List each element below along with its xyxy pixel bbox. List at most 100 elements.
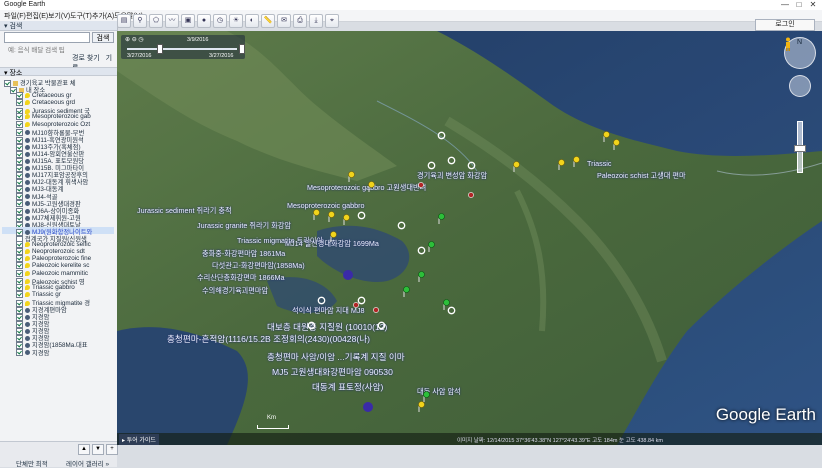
search-hint[interactable]: 예: 음식 배달 검색 팁 bbox=[8, 44, 65, 54]
menu-add[interactable]: 추가(A) bbox=[92, 11, 114, 21]
street-view-pegman-icon[interactable] bbox=[784, 37, 792, 51]
time-slider-track[interactable] bbox=[127, 48, 237, 50]
print-icon[interactable]: ⎙ bbox=[293, 14, 307, 28]
earth-view[interactable]: ⊕ ⊖ ◷ 3/9/2016 3/27/2016 3/27/2016 Mesop… bbox=[117, 31, 822, 445]
save-image-icon[interactable]: ⤓ bbox=[309, 14, 323, 28]
checkbox[interactable] bbox=[16, 262, 23, 270]
places-item[interactable]: MJ9(원화함정나이트와 bbox=[2, 226, 114, 236]
menu-edit[interactable]: 편집(E) bbox=[26, 11, 48, 21]
places-item[interactable]: Triassic gabbro bbox=[2, 283, 114, 291]
menu-tools[interactable]: 도구(T) bbox=[70, 11, 92, 21]
map-label[interactable]: Paleozoic schist 고생대 편마 bbox=[597, 171, 686, 181]
checkbox[interactable] bbox=[16, 283, 23, 291]
map-label[interactable]: Triassic bbox=[587, 159, 612, 168]
places-item[interactable]: MJ2-대동계 휘색사암 bbox=[2, 177, 114, 186]
move-joystick[interactable] bbox=[789, 75, 811, 97]
historical-imagery-icon[interactable]: ◷ bbox=[213, 14, 227, 28]
login-button[interactable]: 로그인 bbox=[755, 19, 815, 31]
map-label[interactable]: 수의해경기육괴편마암 bbox=[202, 286, 268, 296]
map-label[interactable]: 다섯관고-화강편마암(1858Ma) bbox=[212, 261, 305, 271]
checkbox[interactable] bbox=[16, 113, 23, 121]
map-label[interactable]: Mesoproterozoic gabbro bbox=[287, 201, 365, 210]
map-label[interactable]: 수리산단층화강편마 1866Ma bbox=[197, 273, 284, 283]
map-label[interactable]: Jurassic sediment 쥐라기 충적 bbox=[137, 206, 232, 216]
search-panel-header[interactable]: ▾ 검색 bbox=[0, 21, 117, 31]
email-icon[interactable]: ✉ bbox=[277, 14, 291, 28]
places-item[interactable]: MJ3-대동계 bbox=[2, 184, 114, 193]
places-item[interactable]: Neoproterozoic sdt bbox=[2, 248, 114, 255]
sidebar-toggle-icon[interactable]: ▤ bbox=[117, 14, 131, 28]
places-item[interactable]: MJ6A-상이미종화 bbox=[2, 206, 114, 215]
menu-view[interactable]: 보기(V) bbox=[48, 11, 70, 21]
places-item[interactable]: Paleozoic mammitic bbox=[2, 269, 114, 277]
close-button[interactable]: ✕ bbox=[806, 0, 820, 10]
places-item[interactable]: 지경암 bbox=[2, 326, 114, 335]
database-label[interactable]: 단체만 최적 bbox=[16, 458, 48, 468]
places-item[interactable]: 지경암 bbox=[2, 312, 114, 321]
places-item[interactable]: 내 장소 bbox=[2, 85, 114, 94]
checkbox[interactable] bbox=[16, 349, 23, 357]
map-label[interactable]: 충청편마 사암/이암 ...기록계 지질 이마 bbox=[267, 351, 405, 363]
search-input[interactable] bbox=[4, 32, 90, 43]
checkbox[interactable] bbox=[16, 92, 23, 100]
places-item[interactable]: 지경암 bbox=[2, 333, 114, 342]
add-placemark-icon[interactable]: ⚲ bbox=[133, 14, 147, 28]
places-item[interactable]: Cretaceous gr bbox=[2, 92, 114, 99]
time-slider-end-handle[interactable] bbox=[239, 44, 245, 54]
places-item[interactable]: 지경계편마암 bbox=[2, 305, 114, 314]
map-label[interactable]: 충청편마-흔적암(1116/15.2B 조정회의(2430)(00428(나) bbox=[167, 333, 370, 345]
checkbox[interactable] bbox=[16, 255, 23, 263]
places-item[interactable]: 지경암 bbox=[2, 319, 114, 328]
places-item[interactable]: Paleozoic schist 영 bbox=[2, 277, 114, 286]
checkbox[interactable] bbox=[16, 120, 23, 128]
image-overlay-icon[interactable]: ▣ bbox=[181, 14, 195, 28]
places-item[interactable]: MJ11-흑연광미원석 bbox=[2, 135, 114, 144]
time-slider[interactable]: ⊕ ⊖ ◷ 3/9/2016 3/27/2016 3/27/2016 bbox=[121, 35, 245, 59]
places-item[interactable]: Paleozoic kerelite sc bbox=[2, 262, 114, 270]
places-item[interactable]: MJ10향하룡물-무번 bbox=[2, 128, 114, 137]
down-arrow-icon[interactable]: ▼ bbox=[92, 444, 104, 455]
zoom-slider-handle[interactable] bbox=[794, 145, 806, 152]
add-polygon-icon[interactable]: ⬠ bbox=[149, 14, 163, 28]
places-item[interactable]: MJ4-석골 bbox=[2, 192, 114, 201]
places-item[interactable]: Cretaceous grd bbox=[2, 99, 114, 106]
map-label[interactable]: 대동계 표토정(사암) bbox=[312, 381, 383, 393]
minimize-button[interactable]: — bbox=[778, 0, 792, 10]
places-item[interactable]: MJ8-신원생대토날 bbox=[2, 220, 114, 229]
time-controls-icon[interactable]: ⊕ ⊖ ◷ bbox=[125, 36, 144, 43]
places-item[interactable]: MJ15A. 표토모원당 bbox=[2, 156, 114, 165]
places-item[interactable]: MJ15B. 미그마타이 bbox=[2, 163, 114, 172]
checkbox[interactable] bbox=[16, 290, 23, 298]
checkbox[interactable] bbox=[16, 241, 23, 249]
ruler-icon[interactable]: 📏 bbox=[261, 14, 275, 28]
places-item[interactable]: MJ13주가(혹체점) bbox=[2, 142, 114, 151]
places-item[interactable]: 지경암 bbox=[2, 348, 114, 357]
places-item[interactable]: MJ14-암회연울산판 bbox=[2, 149, 114, 158]
map-label[interactable]: Jurassic granite 쥐라기 화강암 bbox=[197, 221, 291, 231]
add-icon[interactable]: + bbox=[106, 444, 118, 455]
places-item[interactable]: Triassic gr bbox=[2, 290, 114, 298]
time-slider-start-handle[interactable] bbox=[157, 44, 163, 54]
places-panel-header[interactable]: ▾ 장소 bbox=[0, 67, 117, 77]
places-item[interactable]: Triassic migmatite 경 bbox=[2, 298, 114, 307]
maximize-button[interactable]: □ bbox=[792, 0, 806, 10]
search-button[interactable]: 검색 bbox=[92, 32, 114, 43]
record-tour-icon[interactable]: ● bbox=[197, 14, 211, 28]
map-label[interactable]: 대보층 대원층 지질원 (10010(12) bbox=[267, 321, 387, 333]
sunlight-icon[interactable]: ☀ bbox=[229, 14, 243, 28]
up-arrow-icon[interactable]: ▲ bbox=[78, 444, 90, 455]
view-in-maps-icon[interactable]: ⌖ bbox=[325, 14, 339, 28]
places-item[interactable]: Neoproterozoic selfic bbox=[2, 241, 114, 248]
directions-link[interactable]: 경로 찾기 bbox=[72, 55, 100, 62]
layer-gallery-button[interactable]: 레이어 갤러리 » bbox=[66, 458, 109, 468]
places-item[interactable]: MJ17지표암공장후의 bbox=[2, 170, 114, 179]
map-label[interactable]: MJ5 고원생대화강편마암 090530 bbox=[272, 366, 393, 378]
checkbox[interactable] bbox=[16, 269, 23, 277]
map-label[interactable]: 충화중-화강편마암 1861Ma bbox=[202, 249, 285, 259]
places-item[interactable]: 접계국가 지질원(신원생 bbox=[2, 234, 114, 243]
places-item[interactable]: Mesoproterozoic gab bbox=[2, 113, 114, 121]
places-item[interactable]: Mesoproterozoic Ozt bbox=[2, 120, 114, 128]
checkbox[interactable] bbox=[16, 248, 23, 256]
places-item[interactable]: MJ7체제휘원-고원 bbox=[2, 213, 114, 222]
places-item[interactable]: 경기육교 박물관표 체 bbox=[2, 78, 114, 87]
